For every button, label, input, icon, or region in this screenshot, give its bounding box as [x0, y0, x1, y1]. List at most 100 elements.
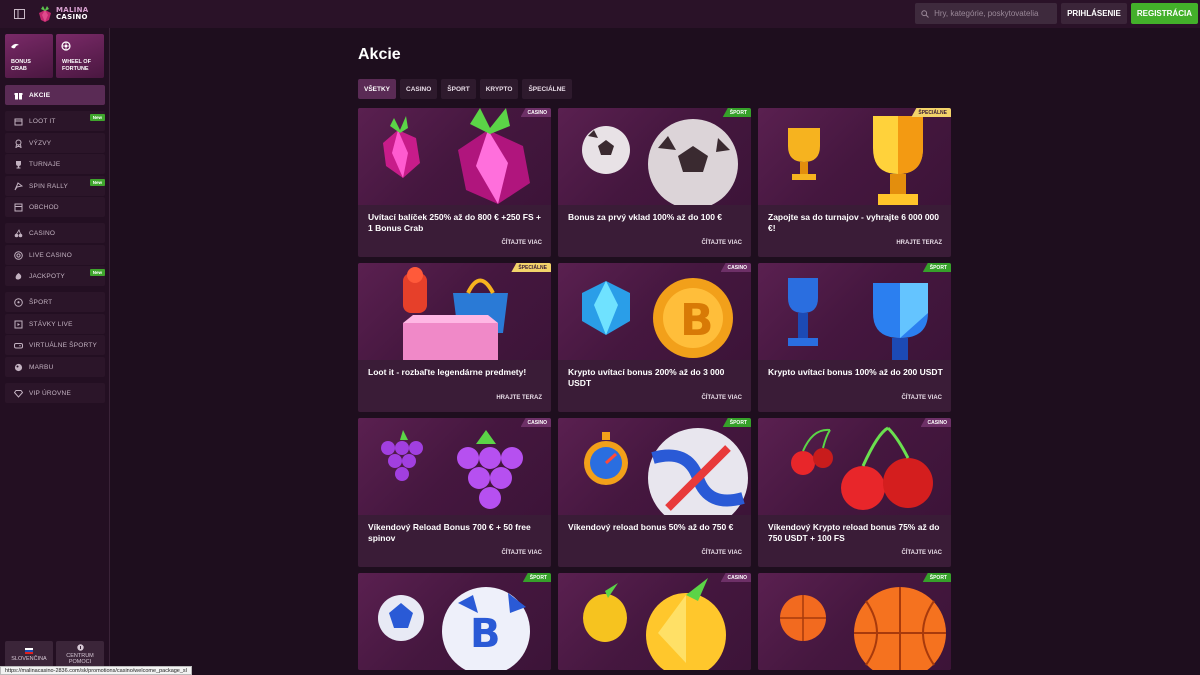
tab-vsetky[interactable]: VŠETKY — [358, 79, 397, 99]
tab-krypto[interactable]: KRYPTO — [479, 79, 519, 99]
promo-link[interactable]: ČÍTAJTE VIAC — [501, 240, 542, 246]
sidebar-item-spin-rally[interactable]: SPIN RALLY New — [5, 176, 105, 196]
help-center-button[interactable]: CENTRUM POMOCI — [56, 641, 104, 668]
chip-icon — [14, 250, 23, 260]
cherry-icon — [14, 228, 23, 238]
sidebar-item-sport[interactable]: ŠPORT — [5, 292, 105, 312]
trophy-icon — [14, 160, 23, 169]
crab-icon — [11, 43, 19, 49]
trophy-art[interactable] — [758, 108, 951, 205]
promo-link[interactable]: ČÍTAJTE VIAC — [501, 550, 542, 556]
promo-link[interactable]: HRAJTE TERAZ — [496, 395, 542, 401]
live-icon — [14, 320, 23, 329]
malina-casino-logo[interactable]: MALINA CASINO — [38, 6, 89, 22]
promo-link[interactable]: ČÍTAJTE VIAC — [701, 395, 742, 401]
sidebar-item-label: JACKPOTY — [29, 272, 65, 280]
sidebar-item-label: VIP ÚROVNE — [29, 389, 71, 397]
svg-text:B: B — [470, 611, 501, 657]
promo-card[interactable]: CASINO Víkendový Reload Bonus 700 € + 50 … — [358, 418, 551, 567]
stopwatch-ball-art[interactable] — [558, 418, 751, 515]
language-selector[interactable]: SLOVENČINA — [5, 641, 53, 668]
promo-card[interactable]: ŠPECIÁLNE Zapojte sa do turnajov - vyhraj… — [758, 108, 951, 257]
sidebar-item-live-casino[interactable]: LIVE CASINO — [5, 245, 105, 265]
sidebar-item-label: STÁVKY LIVE — [29, 320, 73, 328]
slovakia-flag-icon — [25, 647, 33, 654]
category-tag: CASINO — [520, 418, 551, 427]
search-input[interactable] — [934, 9, 1055, 18]
soccer-icon — [14, 297, 23, 307]
crypto-trophy-art[interactable] — [758, 263, 951, 360]
sidebar-item-marbu[interactable]: MARBU — [5, 357, 105, 377]
promo-card[interactable]: ŠPORT Krypto uvítací bonus 100% až do 200… — [758, 263, 951, 412]
lemon-art[interactable] — [558, 573, 751, 670]
featured-bonus-crab[interactable]: BONUS CRAB — [5, 34, 53, 78]
crypto-coins-art[interactable]: B — [558, 263, 751, 360]
login-button[interactable]: PRIHLÁSENIE — [1061, 3, 1127, 24]
sidebar-item-vip-urovne[interactable]: VIP ÚROVNE — [5, 383, 105, 403]
sidebar-item-vyzvy[interactable]: VÝZVY — [5, 133, 105, 153]
sidebar-item-obchod[interactable]: OBCHOD — [5, 197, 105, 217]
promo-card[interactable]: CASINO — [558, 573, 751, 670]
promo-card[interactable]: ŠPORT — [758, 573, 951, 670]
sidebar-item-label: LIVE CASINO — [29, 251, 73, 259]
search-box[interactable] — [915, 3, 1058, 24]
sidebar-toggle-button[interactable] — [0, 0, 38, 28]
promo-title: Zapojte sa do turnajov - vyhrajte 6 000 … — [768, 212, 940, 233]
sidebar: BONUS CRAB WHEEL OF FORTUNE AKCIE LOOT IT … — [0, 28, 110, 675]
promo-title: Víkendový reload bonus 50% až do 750 € — [568, 522, 734, 532]
tab-specialne[interactable]: ŠPECIÁLNE — [522, 79, 572, 99]
svg-text:B: B — [680, 295, 714, 346]
tab-sport[interactable]: ŠPORT — [441, 79, 476, 99]
sidebar-item-turnaje[interactable]: TURNAJE — [5, 154, 105, 174]
category-tag: CASINO — [720, 263, 751, 272]
promo-title: Loot it - rozbaľte legendárne predmety! — [368, 367, 527, 377]
register-button[interactable]: REGISTRÁCIA — [1130, 3, 1198, 24]
sidebar-item-label: TURNAJE — [29, 160, 61, 168]
cherries-art[interactable] — [758, 418, 951, 515]
promo-card[interactable]: CASINO Víkendový Krypto reload bonus 75% … — [758, 418, 951, 567]
rally-icon — [14, 181, 23, 191]
soccer-ball-art[interactable] — [558, 108, 751, 205]
box-icon — [14, 117, 23, 126]
sidebar-item-stavky-live[interactable]: STÁVKY LIVE — [5, 314, 105, 334]
sidebar-item-loot-it[interactable]: LOOT IT New — [5, 111, 105, 131]
raspberry-art[interactable] — [358, 108, 551, 205]
sidebar-item-virtualne-sporty[interactable]: VIRTUÁLNE ŠPORTY — [5, 335, 105, 355]
virtual-icon — [14, 341, 23, 350]
featured-wheel-of-fortune[interactable]: WHEEL OF FORTUNE — [56, 34, 104, 78]
promo-link[interactable]: ČÍTAJTE VIAC — [701, 240, 742, 246]
tab-casino[interactable]: CASINO — [400, 79, 438, 99]
promo-title: Uvítací balíček 250% až do 800 € +250 FS… — [368, 212, 541, 233]
language-label: SLOVENČINA — [11, 655, 47, 662]
promo-card[interactable]: B ŠPORT — [358, 573, 551, 670]
promo-link[interactable]: ČÍTAJTE VIAC — [901, 395, 942, 401]
category-tag: CASINO — [720, 573, 751, 582]
promo-title: Krypto uvítací bonus 100% až do 200 USDT — [768, 367, 943, 377]
sidebar-item-label: LOOT IT — [29, 117, 56, 125]
promo-card[interactable]: CASINO Uvítací balíček 250% až do 800 € +… — [358, 108, 551, 257]
raspberry-logo-icon — [39, 6, 51, 22]
promo-link[interactable]: HRAJTE TERAZ — [896, 240, 942, 246]
search-icon — [921, 9, 929, 18]
grapes-art[interactable] — [358, 418, 551, 515]
sidebar-item-label: ŠPORT — [29, 298, 53, 306]
loot-box-art[interactable] — [358, 263, 551, 360]
sidebar-toggle-icon — [13, 9, 25, 19]
promo-card[interactable]: ŠPORT Bonus za prvý vklad 100% až do 100 … — [558, 108, 751, 257]
sidebar-item-jackpoty[interactable]: JACKPOTY New — [5, 266, 105, 286]
promo-link[interactable]: ČÍTAJTE VIAC — [901, 550, 942, 556]
sidebar-item-casino[interactable]: CASINO — [5, 223, 105, 243]
bitcoin-ball-art[interactable]: B — [358, 573, 551, 670]
marble-icon — [14, 363, 23, 372]
promo-card[interactable]: ŠPECIÁLNE Loot it - rozbaľte legendárne p… — [358, 263, 551, 412]
status-url: https://malinacasino-2836.com/sk/promoti… — [0, 666, 192, 675]
promo-card[interactable]: B CASINO Krypto uvítací bonus 200% až do 3… — [558, 263, 751, 412]
sidebar-item-label: SPIN RALLY — [29, 182, 69, 190]
promo-title: Víkendový Krypto reload bonus 75% až do … — [768, 522, 940, 543]
basketball-art[interactable] — [758, 573, 951, 670]
promo-card[interactable]: ŠPORT Víkendový reload bonus 50% až do 75… — [558, 418, 751, 567]
sidebar-item-label: MARBU — [29, 363, 54, 371]
promo-link[interactable]: ČÍTAJTE VIAC — [701, 550, 742, 556]
sidebar-item-label: CASINO — [29, 229, 56, 237]
sidebar-item-akcie[interactable]: AKCIE — [5, 85, 105, 105]
